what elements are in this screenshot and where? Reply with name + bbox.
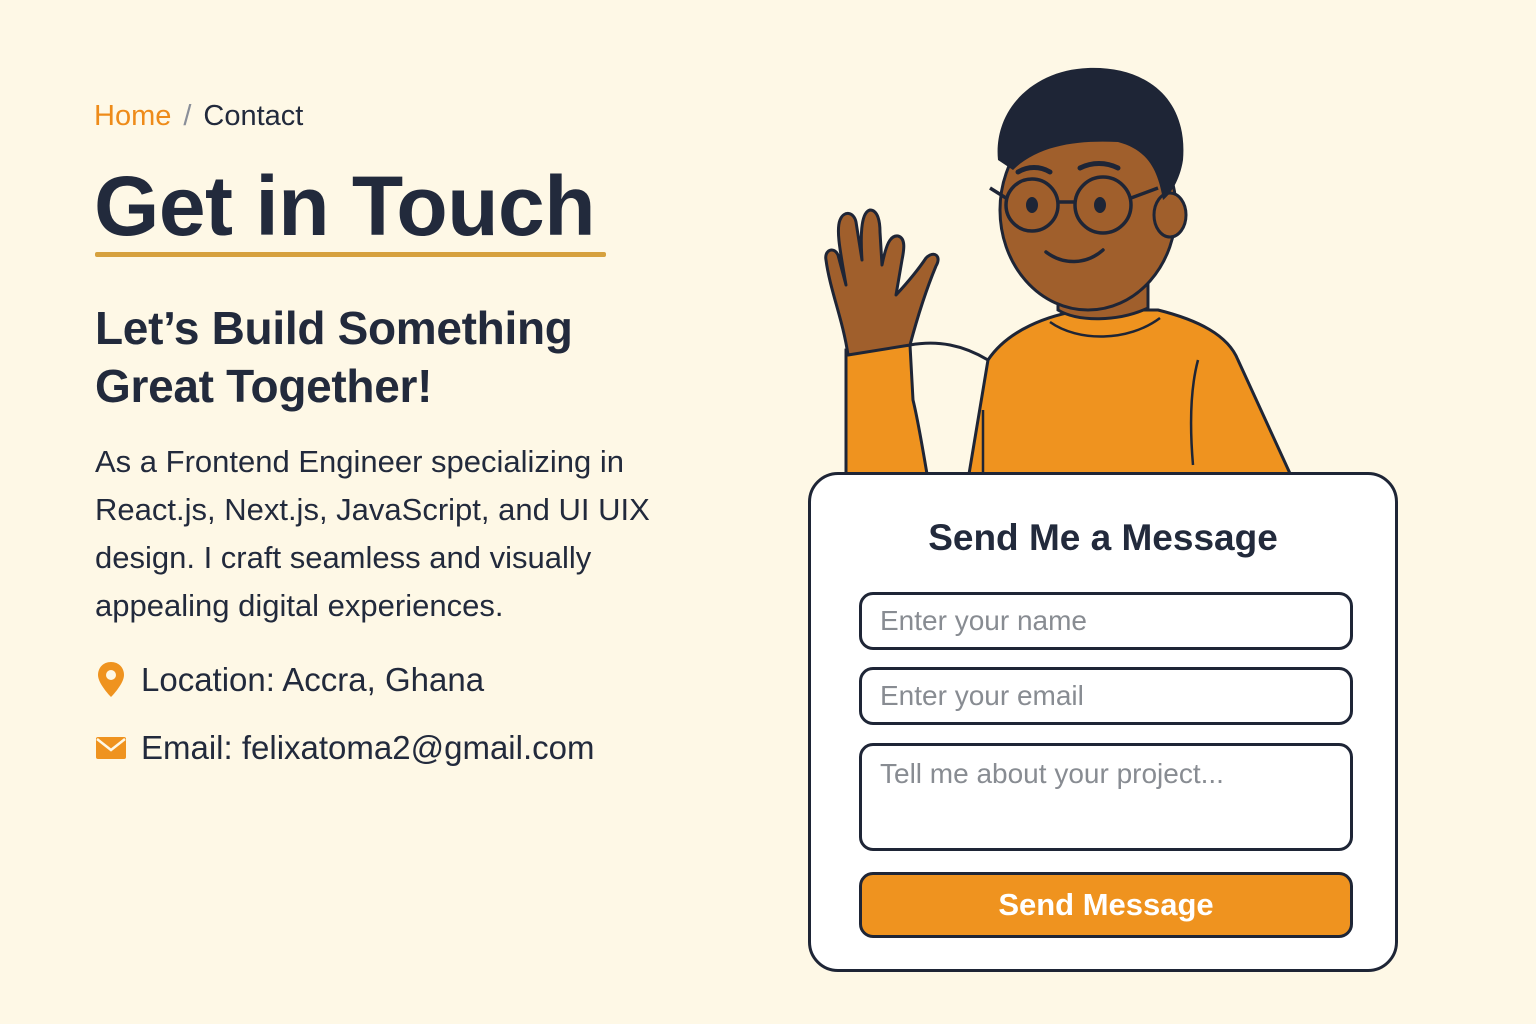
envelope-icon	[95, 728, 127, 768]
name-input[interactable]	[859, 592, 1353, 650]
send-message-button[interactable]: Send Message	[859, 872, 1353, 938]
page-subtitle: Let’s Build Something Great Together!	[95, 302, 573, 412]
page-title: Get in Touch	[94, 159, 596, 253]
email-input[interactable]	[859, 667, 1353, 725]
title-underline	[95, 252, 606, 257]
intro-description: As a Frontend Engineer specializing in R…	[95, 444, 650, 623]
location-row: Location: Accra, Ghana	[95, 660, 484, 700]
breadcrumb-home-link[interactable]: Home	[94, 100, 171, 133]
location-text: Location: Accra, Ghana	[141, 661, 485, 698]
breadcrumb-separator: /	[183, 100, 192, 132]
map-pin-icon	[95, 660, 127, 700]
email-row: Email: felixatoma2@gmail.com	[95, 728, 594, 768]
form-title: Send Me a Message	[928, 517, 1278, 558]
email-text[interactable]: Email: felixatoma2@gmail.com	[141, 729, 594, 767]
contact-form-card: Send Me a Message Send Message	[808, 472, 1398, 972]
message-textarea[interactable]	[859, 743, 1353, 851]
breadcrumb: Home / Contact	[94, 100, 303, 133]
breadcrumb-current: Contact	[203, 100, 304, 132]
waving-person-illustration	[824, 67, 1295, 480]
